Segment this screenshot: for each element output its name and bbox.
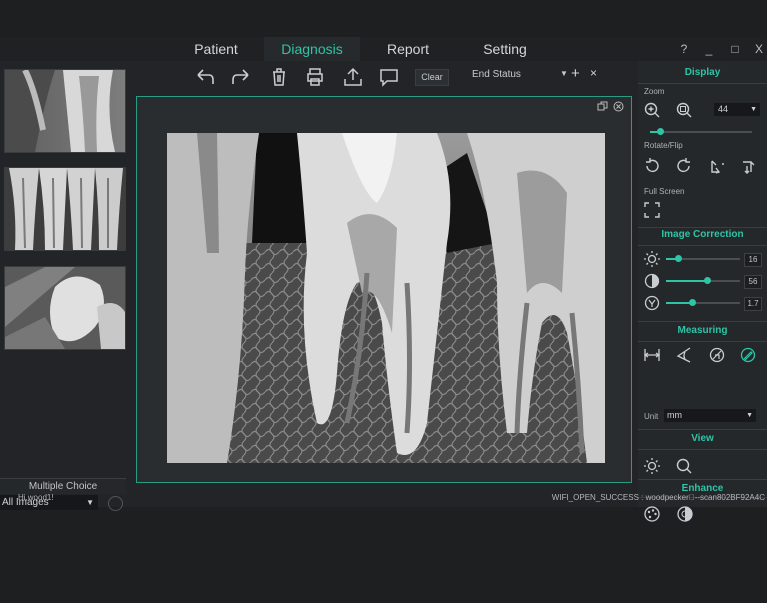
zoom-slider-handle[interactable] — [657, 128, 664, 135]
image-viewer[interactable] — [136, 96, 632, 483]
top-nav: Patient Diagnosis Report Setting ? _ □ X — [0, 37, 767, 61]
app-window: Patient Diagnosis Report Setting ? _ □ X — [0, 37, 767, 522]
unit-select[interactable]: mm ▼ — [664, 409, 756, 422]
contrast-slider-fill — [666, 280, 707, 282]
zoom-fit-icon[interactable] — [675, 101, 693, 119]
print-icon[interactable] — [304, 66, 326, 88]
tab-setting[interactable]: Setting — [466, 37, 544, 61]
view-brightness-icon[interactable] — [643, 457, 661, 475]
tools-panel: Display Zoom 44 ▼ Rotate/Flip Full Scree… — [638, 61, 767, 507]
delete-icon[interactable] — [268, 66, 290, 88]
caret-down-icon: ▼ — [746, 412, 753, 419]
zoom-level-select[interactable]: 44 ▼ — [714, 103, 760, 116]
restore-window-icon[interactable] — [597, 101, 608, 112]
caret-down-icon: ▼ — [750, 106, 757, 113]
flip-horizontal-icon[interactable] — [708, 157, 726, 175]
close-viewer-icon[interactable] — [613, 101, 624, 112]
brightness-slider-handle[interactable] — [675, 255, 682, 262]
invert-icon[interactable] — [676, 505, 694, 523]
divider — [638, 245, 767, 246]
remove-button[interactable]: × — [590, 66, 597, 80]
tab-patient[interactable]: Patient — [180, 37, 252, 61]
divider — [638, 449, 767, 450]
measure-length-icon[interactable] — [643, 346, 661, 364]
clear-button[interactable]: Clear — [415, 69, 449, 86]
rotate-flip-label: Rotate/Flip — [644, 141, 683, 150]
minimize-button[interactable]: _ — [701, 37, 717, 61]
thumbnail-panel: Multiple Choice All Images ▼ — [0, 61, 128, 511]
view-header: View — [691, 433, 714, 444]
gamma-icon — [644, 295, 660, 311]
add-button[interactable]: + — [571, 65, 580, 82]
comment-icon[interactable] — [378, 66, 400, 88]
brightness-value[interactable]: 16 — [744, 253, 762, 267]
status-greeting: Hi,wood1! — [18, 493, 54, 502]
brightness-slider[interactable] — [666, 255, 740, 262]
zoom-label: Zoom — [644, 87, 665, 96]
export-icon[interactable] — [342, 66, 364, 88]
unit-label: Unit — [644, 412, 659, 421]
divider — [638, 429, 767, 430]
tab-report[interactable]: Report — [374, 37, 442, 61]
help-button[interactable]: ? — [676, 37, 692, 61]
divider — [638, 479, 767, 480]
full-screen-label: Full Screen — [644, 187, 685, 196]
gamma-value[interactable]: 1.7 — [744, 297, 762, 311]
flip-vertical-icon[interactable] — [739, 157, 757, 175]
unit-value: mm — [667, 410, 682, 420]
measure-angle-icon[interactable] — [675, 346, 693, 364]
rotate-left-icon[interactable] — [643, 157, 661, 175]
xray-thumb-incisors-icon[interactable] — [4, 167, 126, 251]
rotate-right-icon[interactable] — [675, 157, 693, 175]
divider — [638, 341, 767, 342]
caret-down-icon[interactable]: ▼ — [560, 69, 568, 78]
contrast-slider[interactable] — [666, 277, 740, 284]
image-toolbar: Clear End Status ▼ + × — [130, 61, 636, 93]
zoom-level-value: 44 — [718, 104, 729, 114]
divider — [638, 83, 767, 84]
brightness-icon — [644, 251, 660, 267]
magnifier-icon[interactable] — [675, 457, 693, 475]
status-connection: WIFI_OPEN_SUCCESS : woodpecker --scan802… — [551, 493, 765, 502]
zoom-in-icon[interactable] — [643, 101, 661, 119]
gamma-slider[interactable] — [666, 299, 740, 306]
xray-thumb-wisdom-icon[interactable] — [4, 266, 126, 350]
measuring-header: Measuring — [677, 325, 728, 336]
palette-icon[interactable] — [643, 505, 661, 523]
xray-thumb-molar-icon[interactable] — [4, 69, 126, 153]
contrast-icon — [644, 273, 660, 289]
contrast-value[interactable]: 56 — [744, 275, 762, 289]
close-button[interactable]: X — [751, 37, 767, 61]
tab-diagnosis[interactable]: Diagnosis — [264, 37, 360, 61]
full-screen-icon[interactable] — [643, 201, 661, 219]
annotate-pen-icon[interactable] — [739, 346, 757, 364]
undo-icon[interactable] — [194, 66, 216, 88]
zoom-slider[interactable] — [650, 128, 752, 135]
image-correction-header: Image Correction — [661, 229, 744, 240]
redo-icon[interactable] — [230, 66, 252, 88]
maximize-button[interactable]: □ — [727, 37, 743, 61]
contrast-slider-handle[interactable] — [704, 277, 711, 284]
divider — [638, 321, 767, 322]
end-status-select[interactable]: End Status — [472, 69, 521, 80]
dental-xray-image[interactable] — [167, 133, 605, 463]
gamma-slider-handle[interactable] — [689, 299, 696, 306]
display-header: Display — [684, 67, 721, 78]
measure-area-icon[interactable] — [708, 346, 726, 364]
status-bar: Hi,wood1! WIFI_OPEN_SUCCESS : woodpecker… — [0, 491, 767, 505]
